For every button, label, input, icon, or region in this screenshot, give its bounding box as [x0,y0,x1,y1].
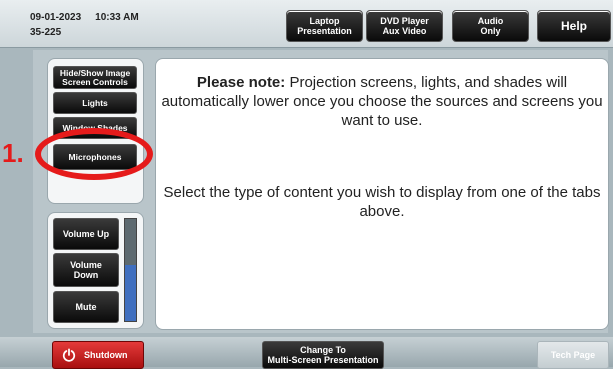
date-time-block: 09-01-2023 10:33 AM 35-225 [30,10,139,40]
button-label: Mute [75,302,97,312]
help-label: Help [560,19,587,33]
button-label-line2: Screen Controls [62,76,128,87]
button-label: Lights [82,97,108,108]
content-panel: Please note: Projection screens, lights,… [155,58,609,330]
button-label-line1: Volume [70,260,102,270]
note-text: Please note: Projection screens, lights,… [156,73,608,130]
tab-dvd-player[interactable]: DVD Player Aux Video [366,10,443,42]
hide-show-screen-controls-button[interactable]: Hide/Show Image Screen Controls [53,66,137,89]
tech-page-button[interactable]: Tech Page [537,341,609,369]
note-bold: Please note: [196,74,286,91]
select-instruction-text: Select the type of content you wish to d… [163,184,601,220]
annotation-circle [35,128,153,180]
help-button[interactable]: Help [537,10,611,42]
tab-audio-only[interactable]: Audio Only [452,10,529,42]
date-text: 09-01-2023 [30,12,82,23]
annotation-number: 1. [2,138,24,168]
tab-label-line1: Audio [477,16,504,26]
button-label-line2: Multi-Screen Presentation [267,355,379,365]
tab-label-line1: Laptop [309,16,340,26]
volume-level-fill [125,264,136,321]
button-label: Volume Up [62,229,110,239]
shutdown-button[interactable]: Shutdown [52,341,144,369]
button-label-line2: Down [73,270,99,280]
time-text: 10:33 AM [95,12,139,23]
mute-button[interactable]: Mute [53,291,119,323]
tab-laptop-presentation[interactable]: Laptop Presentation [286,10,363,42]
top-bar: 09-01-2023 10:33 AM 35-225 Laptop Presenta… [0,0,613,48]
change-to-multi-screen-button[interactable]: Change To Multi-Screen Presentation [262,341,384,369]
room-text: 35-225 [30,27,62,38]
volume-up-button[interactable]: Volume Up [53,218,119,250]
shutdown-label: Shutdown [84,350,128,360]
volume-down-button[interactable]: Volume Down [53,253,119,287]
tab-label-line2: Aux Video [382,26,427,36]
date-time-row: 09-01-2023 10:33 AM [30,10,139,25]
tech-page-label: Tech Page [550,350,596,360]
tab-label-line2: Only [480,26,501,36]
power-icon [62,348,76,362]
tab-label-line1: DVD Player [380,16,429,26]
tab-label-line2: Presentation [297,26,352,36]
volume-level-bar[interactable] [124,218,137,322]
button-label-line1: Change To [300,345,346,355]
lights-button[interactable]: Lights [53,92,137,114]
